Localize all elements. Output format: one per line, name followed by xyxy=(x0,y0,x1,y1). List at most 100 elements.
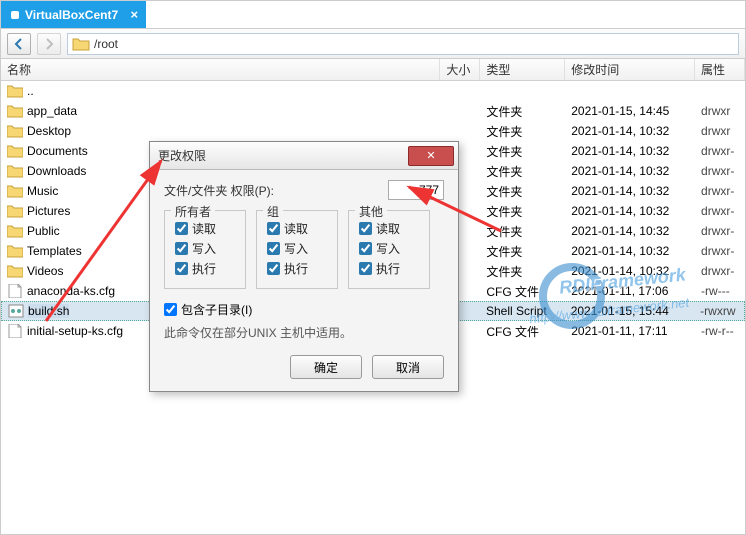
file-mtime: 2021-01-11, 17:06 xyxy=(565,284,695,298)
file-type: 文件夹 xyxy=(480,123,565,140)
group-other-title: 其他 xyxy=(355,203,387,220)
session-tab[interactable]: VirtualBoxCent7 × xyxy=(1,1,146,28)
file-attr: -rw--- xyxy=(695,284,745,298)
file-row[interactable]: Desktop文件夹2021-01-14, 10:32drwxr xyxy=(1,121,745,141)
file-type: CFG 文件 xyxy=(480,323,565,340)
file-type: 文件夹 xyxy=(480,143,565,160)
file-name: Pictures xyxy=(27,204,70,218)
include-subdir-label: 包含子目录(I) xyxy=(181,301,252,318)
other-write[interactable]: 写入 xyxy=(359,240,419,257)
group-read[interactable]: 读取 xyxy=(267,220,327,237)
file-name: Desktop xyxy=(27,124,71,138)
owner-read[interactable]: 读取 xyxy=(175,220,235,237)
file-row[interactable]: .. xyxy=(1,81,745,101)
file-attr: -rwxrw xyxy=(694,304,744,318)
folder-icon xyxy=(7,144,23,158)
file-attr: drwxr- xyxy=(695,204,745,218)
file-mtime: 2021-01-15, 15:44 xyxy=(565,304,694,318)
dialog-close-button[interactable]: ✕ xyxy=(408,146,454,166)
file-mtime: 2021-01-14, 10:32 xyxy=(565,224,695,238)
folder-icon xyxy=(7,224,23,238)
group-group: 组 读取 写入 执行 xyxy=(256,210,338,289)
file-attr: drwxr xyxy=(695,104,745,118)
permissions-dialog: 更改权限 ✕ 文件/文件夹 权限(P): 所有者 读取 写入 执行 组 读取 写… xyxy=(149,141,459,392)
file-type: 文件夹 xyxy=(480,163,565,180)
folder-icon xyxy=(7,164,23,178)
file-type: 文件夹 xyxy=(480,183,565,200)
file-name: Public xyxy=(27,224,60,238)
file-type: 文件夹 xyxy=(480,223,565,240)
other-read[interactable]: 读取 xyxy=(359,220,419,237)
file-name: Documents xyxy=(27,144,88,158)
perm-input[interactable] xyxy=(388,180,444,200)
group-exec[interactable]: 执行 xyxy=(267,260,327,277)
file-type: 文件夹 xyxy=(480,203,565,220)
col-type[interactable]: 类型 xyxy=(480,59,565,80)
file-name: initial-setup-ks.cfg xyxy=(27,324,123,338)
file-attr: drwxr- xyxy=(695,224,745,238)
col-size[interactable]: 大小 xyxy=(440,59,480,80)
tab-title: VirtualBoxCent7 xyxy=(25,8,118,22)
file-attr: drwxr- xyxy=(695,264,745,278)
tab-indicator-icon xyxy=(11,11,19,19)
file-type: Shell Script xyxy=(480,304,565,318)
folder-icon xyxy=(7,104,23,118)
file-name: build.sh xyxy=(28,304,69,318)
nav-forward-button[interactable] xyxy=(37,33,61,55)
folder-icon xyxy=(7,184,23,198)
file-name: app_data xyxy=(27,104,77,118)
ok-button[interactable]: 确定 xyxy=(290,355,362,379)
file-mtime: 2021-01-14, 10:32 xyxy=(565,204,695,218)
title-bar: VirtualBoxCent7 × xyxy=(1,1,745,29)
folder-icon xyxy=(7,244,23,258)
file-header: 名称 大小 类型 修改时间 属性 xyxy=(1,59,745,81)
folder-icon xyxy=(7,84,23,98)
file-name: Videos xyxy=(27,264,63,278)
file-attr: drwxr- xyxy=(695,184,745,198)
group-group-title: 组 xyxy=(263,203,283,220)
path-text: /root xyxy=(94,37,118,51)
cancel-button[interactable]: 取消 xyxy=(372,355,444,379)
file-row[interactable]: app_data 文件夹2021-01-15, 14:45drwxr xyxy=(1,101,745,121)
dialog-note: 此命令仅在部分UNIX 主机中适用。 xyxy=(164,324,444,341)
folder-icon xyxy=(7,204,23,218)
group-owner-title: 所有者 xyxy=(171,203,215,220)
dialog-titlebar[interactable]: 更改权限 ✕ xyxy=(150,142,458,170)
owner-write[interactable]: 写入 xyxy=(175,240,235,257)
toolbar: /root xyxy=(1,29,745,59)
file-name: Templates xyxy=(27,244,82,258)
file-mtime: 2021-01-14, 10:32 xyxy=(565,144,695,158)
file-name: .. xyxy=(27,84,34,98)
file-mtime: 2021-01-11, 17:11 xyxy=(565,324,695,338)
file-mtime: 2021-01-14, 10:32 xyxy=(565,264,695,278)
owner-exec[interactable]: 执行 xyxy=(175,260,235,277)
include-subdir-checkbox[interactable] xyxy=(164,303,177,316)
dialog-title: 更改权限 xyxy=(158,147,206,164)
file-type: 文件夹 xyxy=(480,243,565,260)
col-attr[interactable]: 属性 xyxy=(695,59,745,80)
nav-back-button[interactable] xyxy=(7,33,31,55)
perm-label: 文件/文件夹 权限(P): xyxy=(164,182,274,199)
file-mtime: 2021-01-15, 14:45 xyxy=(565,104,695,118)
sh-icon xyxy=(8,304,24,318)
folder-icon xyxy=(7,124,23,138)
file-attr: drwxr- xyxy=(695,244,745,258)
col-name[interactable]: 名称 xyxy=(1,59,440,80)
other-exec[interactable]: 执行 xyxy=(359,260,419,277)
file-icon xyxy=(7,324,23,338)
file-type: CFG 文件 xyxy=(480,283,565,300)
file-icon xyxy=(7,284,23,298)
file-type: 文件夹 xyxy=(480,103,565,120)
file-type: 文件夹 xyxy=(480,263,565,280)
file-attr: -rw-r-- xyxy=(695,324,745,338)
group-owner: 所有者 读取 写入 执行 xyxy=(164,210,246,289)
file-name: Music xyxy=(27,184,58,198)
file-mtime: 2021-01-14, 10:32 xyxy=(565,124,695,138)
folder-icon xyxy=(72,37,90,51)
path-bar[interactable]: /root xyxy=(67,33,739,55)
group-write[interactable]: 写入 xyxy=(267,240,327,257)
tab-close-icon[interactable]: × xyxy=(131,7,139,22)
folder-icon xyxy=(7,264,23,278)
file-attr: drwxr- xyxy=(695,164,745,178)
col-mtime[interactable]: 修改时间 xyxy=(565,59,695,80)
